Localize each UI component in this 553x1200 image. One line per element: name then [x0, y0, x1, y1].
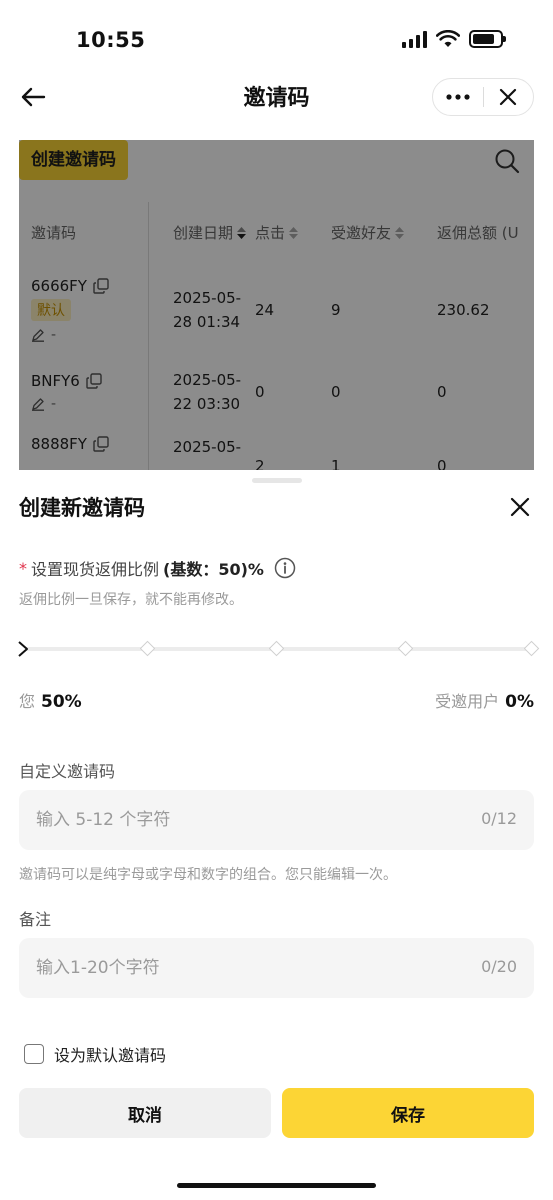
cancel-button[interactable]: 取消	[19, 1088, 271, 1138]
note-counter: 0/20	[481, 957, 517, 976]
custom-code-label: 自定义邀请码	[19, 762, 116, 781]
create-invite-code-sheet: 创建新邀请码 * 设置现货返佣比例 (基数：50)% 返佣比例一旦保存，就不能再…	[0, 470, 553, 1200]
slider-tick	[268, 640, 285, 657]
close-miniprogram-button[interactable]	[484, 79, 534, 115]
mini-program-capsule	[432, 78, 534, 116]
sheet-title: 创建新邀请码	[19, 496, 145, 520]
invitee-share: 受邀用户 0%	[435, 692, 534, 712]
rebate-share-row: 您 50% 受邀用户 0%	[19, 688, 534, 714]
modal-backdrop[interactable]	[19, 140, 534, 475]
status-bar: 10:55	[0, 0, 553, 70]
ratio-base: (基数：50)%	[163, 560, 264, 579]
rebate-ratio-label: * 设置现货返佣比例 (基数：50)%	[19, 556, 296, 580]
default-code-option[interactable]: 设为默认邀请码	[24, 1042, 166, 1066]
close-icon	[500, 88, 517, 106]
info-icon[interactable]	[274, 557, 296, 579]
default-code-label: 设为默认邀请码	[54, 1046, 167, 1065]
cellular-signal-icon	[402, 30, 427, 48]
your-share: 您 50%	[19, 692, 82, 712]
nav-bar: 邀请码	[0, 70, 553, 140]
rebate-ratio-slider[interactable]	[18, 638, 540, 660]
custom-code-hint: 邀请码可以是纯字母或字母和数字的组合。您只能编辑一次。	[19, 867, 397, 883]
more-button[interactable]	[433, 79, 483, 115]
slider-tick	[397, 640, 414, 657]
custom-code-field[interactable]: 0/12	[19, 790, 534, 850]
your-share-value: 50%	[41, 692, 82, 712]
home-indicator	[177, 1183, 376, 1188]
sheet-drag-handle[interactable]	[252, 478, 302, 483]
note-input[interactable]	[19, 938, 439, 998]
required-mark: *	[19, 558, 27, 578]
back-arrow-icon[interactable]	[18, 82, 48, 112]
save-button[interactable]: 保存	[282, 1088, 534, 1138]
status-time: 10:55	[76, 28, 146, 52]
custom-code-counter: 0/12	[481, 809, 517, 828]
ratio-hint: 返佣比例一旦保存，就不能再修改。	[19, 592, 243, 608]
note-label: 备注	[19, 910, 52, 929]
default-code-checkbox[interactable]	[24, 1044, 44, 1064]
close-icon[interactable]	[509, 496, 531, 518]
status-icons	[402, 30, 506, 48]
battery-icon	[469, 30, 506, 48]
note-field[interactable]: 0/20	[19, 938, 534, 998]
custom-code-input[interactable]	[19, 790, 439, 850]
slider-thumb[interactable]	[15, 639, 33, 659]
more-dots-icon	[446, 94, 470, 100]
slider-tick	[139, 640, 156, 657]
wifi-icon	[436, 30, 460, 47]
slider-tick	[523, 640, 540, 657]
invitee-share-value: 0%	[505, 692, 534, 712]
